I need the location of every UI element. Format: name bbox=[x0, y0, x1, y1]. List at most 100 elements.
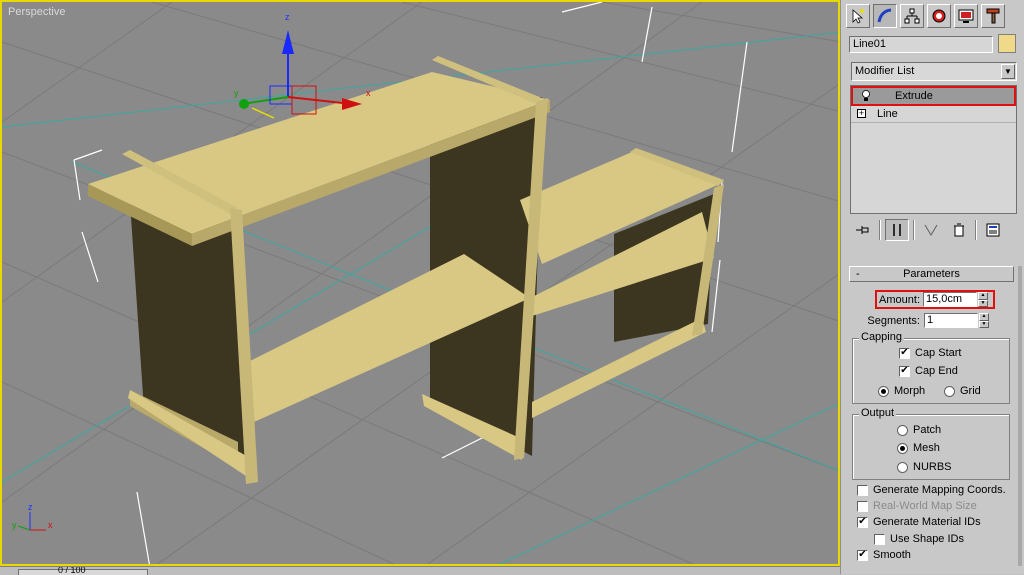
viewport-label[interactable]: Perspective bbox=[8, 6, 65, 18]
segments-label: Segments: bbox=[867, 314, 920, 327]
morph-radio[interactable]: Morph bbox=[878, 385, 925, 397]
check-icon: ✔ bbox=[857, 515, 868, 528]
gizmo-z-label: z bbox=[285, 12, 290, 22]
real-world-checkbox[interactable]: Real-World Map Size bbox=[857, 500, 977, 512]
display-tab[interactable] bbox=[954, 4, 978, 28]
checkbox-empty-icon bbox=[857, 500, 868, 512]
tripod-z-label: z bbox=[28, 502, 33, 512]
patch-label: Patch bbox=[913, 424, 942, 436]
transform-gizmo[interactable] bbox=[239, 30, 362, 119]
expand-icon[interactable]: + bbox=[857, 109, 866, 118]
mesh-radio[interactable]: Mesh bbox=[897, 442, 940, 454]
create-tab[interactable] bbox=[846, 4, 870, 28]
segments-spinner-arrows[interactable]: ▲ ▼ bbox=[979, 313, 989, 328]
segments-spinner: Segments: 1 ▲ ▼ bbox=[866, 313, 989, 328]
mesh-label: Mesh bbox=[913, 442, 940, 454]
pin-icon bbox=[856, 226, 869, 234]
collapse-icon: - bbox=[856, 268, 860, 280]
configure-sets-button[interactable] bbox=[981, 219, 1005, 241]
amount-field[interactable]: 15,0cm bbox=[923, 292, 977, 307]
stack-toolbar bbox=[851, 218, 1017, 242]
use-shape-ids-label: Use Shape IDs bbox=[890, 533, 964, 545]
chevron-down-icon[interactable]: ▼ bbox=[1001, 64, 1015, 79]
generate-material-ids-label: Generate Material IDs bbox=[873, 516, 981, 528]
checkbox-empty-icon bbox=[857, 484, 868, 496]
command-panel-tabs bbox=[846, 4, 1005, 28]
nurbs-label: NURBS bbox=[913, 461, 952, 473]
remove-modifier-button[interactable] bbox=[947, 219, 971, 241]
check-icon: ✔ bbox=[857, 548, 868, 561]
toolbar-separator bbox=[913, 220, 915, 240]
utilities-tab[interactable] bbox=[981, 4, 1005, 28]
end-result-icon bbox=[893, 224, 901, 236]
amount-spinner-arrows[interactable]: ▲ ▼ bbox=[978, 292, 988, 307]
radio-on-icon bbox=[878, 385, 889, 397]
amount-spinner: Amount: 15,0cm ▲ ▼ bbox=[878, 292, 988, 307]
gizmo-y-label: y bbox=[234, 88, 239, 98]
object-name-field[interactable]: Line01 bbox=[849, 36, 993, 53]
segments-field[interactable]: 1 bbox=[924, 313, 978, 328]
nurbs-radio[interactable]: NURBS bbox=[897, 461, 952, 473]
make-unique-button[interactable] bbox=[919, 219, 943, 241]
hierarchy-tab[interactable] bbox=[900, 4, 924, 28]
motion-tab[interactable] bbox=[927, 4, 951, 28]
perspective-viewport[interactable]: z x y z x y Perspective bbox=[0, 0, 840, 566]
cap-end-label: Cap End bbox=[915, 365, 958, 377]
radio-off-icon bbox=[897, 461, 908, 473]
pin-stack-button[interactable] bbox=[851, 219, 875, 241]
hierarchy-icon bbox=[904, 8, 920, 24]
output-title: Output bbox=[859, 407, 897, 419]
generate-mapping-label: Generate Mapping Coords. bbox=[873, 484, 1006, 496]
modifier-list-dropdown[interactable]: Modifier List ▼ bbox=[851, 62, 1017, 81]
cap-end-checkbox[interactable]: ✔ Cap End bbox=[899, 365, 958, 377]
real-world-label: Real-World Map Size bbox=[873, 500, 977, 512]
radio-off-icon bbox=[897, 424, 908, 436]
modifier-stack[interactable]: Extrude + Line bbox=[850, 85, 1017, 214]
toolbar-separator bbox=[975, 220, 977, 240]
stack-item-label: Extrude bbox=[895, 90, 933, 102]
checkbox-empty-icon bbox=[874, 533, 885, 545]
stack-item-label: Line bbox=[877, 108, 898, 120]
patch-radio[interactable]: Patch bbox=[897, 424, 941, 436]
toolbar-separator bbox=[879, 220, 881, 240]
cap-start-label: Cap Start bbox=[915, 347, 962, 359]
gizmo-x-label: x bbox=[366, 88, 371, 98]
use-shape-ids-checkbox[interactable]: Use Shape IDs bbox=[874, 533, 964, 545]
modify-icon bbox=[877, 8, 892, 23]
smooth-label: Smooth bbox=[873, 549, 911, 561]
generate-material-ids-checkbox[interactable]: ✔ Generate Material IDs bbox=[857, 516, 981, 528]
rollout-title: Parameters bbox=[903, 268, 960, 280]
utilities-icon bbox=[986, 8, 1000, 24]
check-icon: ✔ bbox=[899, 346, 910, 359]
stack-item-extrude[interactable]: Extrude bbox=[851, 86, 1016, 106]
amount-label: Amount: bbox=[879, 293, 920, 306]
tripod-y-label: y bbox=[12, 520, 17, 530]
radio-off-icon bbox=[944, 385, 955, 397]
scene-canvas[interactable]: z x y z x y bbox=[2, 2, 840, 566]
create-icon bbox=[852, 9, 864, 24]
show-end-result-button[interactable] bbox=[885, 219, 909, 241]
modify-tab[interactable] bbox=[873, 4, 897, 28]
make-unique-icon bbox=[924, 224, 938, 236]
lightbulb-icon[interactable] bbox=[861, 90, 871, 102]
radio-on-icon bbox=[897, 442, 908, 454]
cap-start-checkbox[interactable]: ✔ Cap Start bbox=[899, 347, 961, 359]
morph-label: Morph bbox=[894, 385, 926, 397]
tripod-x-label: x bbox=[48, 520, 53, 530]
panel-scrollbar[interactable] bbox=[1018, 266, 1022, 566]
grid-label: Grid bbox=[960, 385, 981, 397]
modifier-list-label: Modifier List bbox=[855, 65, 915, 77]
capping-title: Capping bbox=[859, 331, 904, 343]
motion-icon bbox=[932, 9, 946, 23]
shelf-model[interactable] bbox=[88, 56, 724, 484]
check-icon: ✔ bbox=[899, 364, 910, 377]
smooth-checkbox[interactable]: ✔ Smooth bbox=[857, 549, 911, 561]
object-color-swatch[interactable] bbox=[998, 34, 1016, 53]
generate-mapping-checkbox[interactable]: Generate Mapping Coords. bbox=[857, 484, 1006, 496]
trash-icon bbox=[954, 223, 964, 237]
stack-item-line[interactable]: + Line bbox=[851, 106, 1016, 123]
axis-tripod-icon bbox=[17, 512, 46, 531]
parameters-rollout-header[interactable]: - Parameters bbox=[849, 266, 1014, 282]
display-icon bbox=[958, 9, 974, 23]
grid-radio[interactable]: Grid bbox=[944, 385, 981, 397]
